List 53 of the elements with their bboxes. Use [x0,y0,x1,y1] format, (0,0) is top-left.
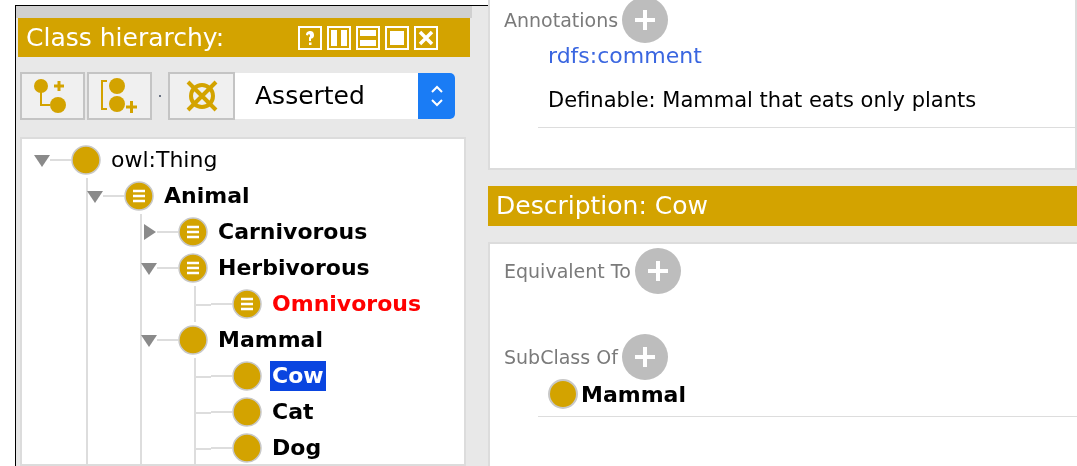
defined-class-icon [178,217,208,247]
section-label: SubClass Of [504,344,618,370]
split-horizontal-button[interactable] [356,25,380,50]
description-title: Description: Cow [496,190,708,223]
help-button[interactable] [298,25,322,50]
plus-icon [646,260,669,282]
class-tree-item[interactable]: Cow [270,361,326,391]
defined-class-icon [124,181,154,211]
annotation-property[interactable]: rdfs:comment [548,41,1075,71]
class-tree-item[interactable]: Mammal [216,325,325,355]
split-vertical-icon [327,25,351,50]
class-icon [232,397,262,427]
plus-icon [633,346,656,368]
section-label: Equivalent To [504,258,631,284]
defined-class-icon [232,289,262,319]
help-icon [298,25,322,50]
expanded-arrow-icon[interactable] [34,153,50,167]
class-tree-item[interactable]: Omnivorous [270,289,423,319]
add-subclass-button[interactable] [20,72,85,120]
defined-class-icon [178,253,208,283]
close-button[interactable] [414,25,438,50]
split-vertical-button[interactable] [327,25,351,50]
stepper-icon [429,83,444,109]
class-tree-item[interactable]: Cat [270,397,316,427]
expanded-arrow-icon[interactable] [141,261,157,275]
delete-class-button[interactable] [168,72,235,120]
collapsed-arrow-icon[interactable] [142,224,156,240]
hierarchy-mode-dropdown[interactable]: Asserted [235,73,455,119]
add-button[interactable] [621,334,668,380]
class-icon [548,379,578,409]
expanded-arrow-icon[interactable] [87,189,103,203]
plus-icon [634,9,657,31]
add-button[interactable] [622,0,669,43]
maximize-button[interactable] [385,25,409,50]
expanded-arrow-icon[interactable] [141,333,157,347]
class-tree-item[interactable]: Herbivorous [216,253,372,283]
split-horizontal-icon [356,25,380,50]
class-tree-item[interactable]: owl:Thing [109,145,220,175]
maximize-icon [385,25,409,50]
add-sibling-button[interactable] [87,72,152,120]
class-tree-item[interactable]: Animal [162,181,252,211]
class-icon [71,145,101,175]
class-icon [232,433,262,463]
annotation-value: Definable: Mammal that eats only plants [548,87,978,114]
section-label: Annotations [504,7,619,33]
panel-title: Class hierarchy: [26,25,226,50]
close-icon [414,25,438,50]
superclass-item[interactable]: Mammal [581,377,686,411]
class-tree-item[interactable]: Carnivorous [216,217,370,247]
class-icon [178,325,208,355]
class-tree-item[interactable]: Dog [270,433,324,463]
class-icon [232,361,262,391]
add-button[interactable] [634,248,681,294]
